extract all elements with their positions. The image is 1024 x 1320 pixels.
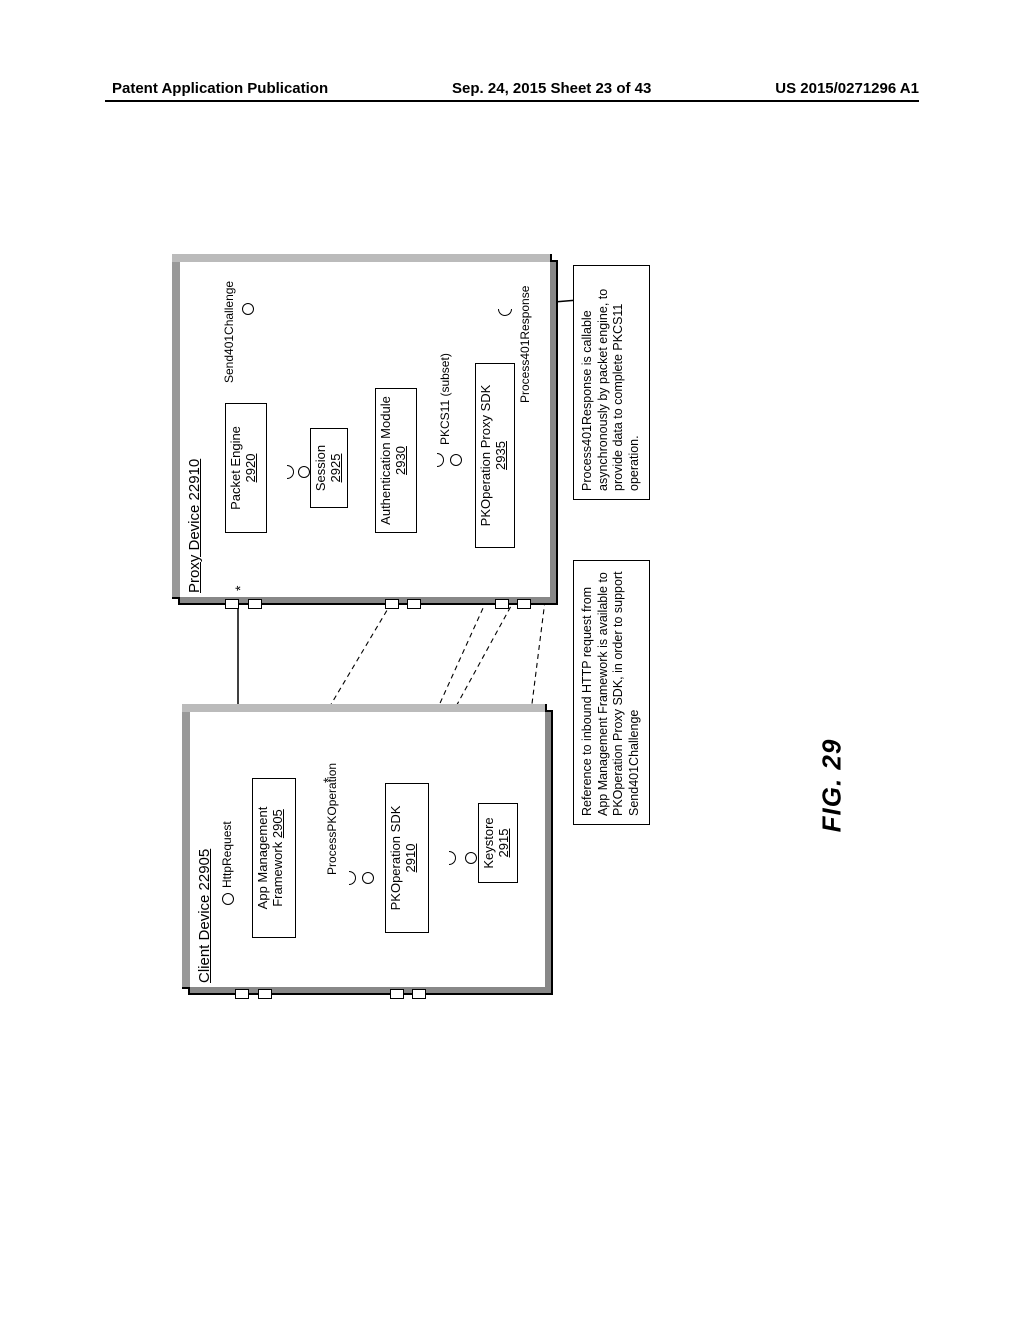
session-label: Session <box>313 445 328 491</box>
pko-sdk-ref: 2910 <box>403 844 418 873</box>
proxy-port-3 <box>385 599 399 609</box>
pkoperation-sdk-box: PKOperation SDK2910 <box>385 783 429 933</box>
header-center: Sep. 24, 2015 Sheet 23 of 43 <box>452 80 651 97</box>
pkcs11-label: PKCS11 (subset) <box>438 353 452 445</box>
session-box: Session2925 <box>310 428 348 508</box>
process401-label: Process401Response <box>518 286 532 403</box>
page-header: Patent Application Publication Sep. 24, … <box>0 80 1024 97</box>
client-port-3 <box>390 989 404 999</box>
header-rule <box>105 100 919 102</box>
processpko-ball-icon <box>362 872 374 884</box>
packet-engine-label: Packet Engine <box>228 426 243 510</box>
pko-sdk-label: PKOperation SDK <box>388 806 403 911</box>
proxy-port-2 <box>248 599 262 609</box>
pkcs11-socket-icon <box>430 453 444 467</box>
header-right: US 2015/0271296 A1 <box>775 80 919 97</box>
note1-text: Reference to inbound HTTP request from A… <box>580 571 641 816</box>
client-port-4 <box>412 989 426 999</box>
keystore-socket-icon <box>442 851 456 865</box>
session-ref: 2925 <box>328 454 343 483</box>
pko-proxy-sdk-ref: 2935 <box>493 441 508 470</box>
process401-socket-icon <box>498 302 512 316</box>
auth-module-ref: 2930 <box>393 446 408 475</box>
pko-proxy-sdk-box: PKOperation Proxy SDK2935 <box>475 363 515 548</box>
proxy-title: Proxy Device 22910 <box>186 459 203 593</box>
proxy-port-4 <box>407 599 421 609</box>
proxy-port-5 <box>495 599 509 609</box>
httprequest-label: HttpRequest <box>220 821 234 888</box>
keystore-ball-icon <box>465 852 477 864</box>
session-socket-icon <box>280 465 294 479</box>
auth-module-label: Authentication Module <box>378 396 393 525</box>
pko-proxy-sdk-label: PKOperation Proxy SDK <box>478 385 493 527</box>
processpko-socket-icon <box>342 871 356 885</box>
packet-engine-ref: 2920 <box>243 454 258 483</box>
header-left: Patent Application Publication <box>112 80 328 97</box>
note-process401-async: Process401Response is callable asynchron… <box>573 265 650 500</box>
send401-label: Send401Challenge <box>222 281 236 383</box>
packet-engine-box: Packet Engine2920 <box>225 403 267 533</box>
proxy-port-1 <box>225 599 239 609</box>
httprequest-icon <box>222 893 234 905</box>
client-device-box: Client Device 22905 HttpRequest App Mana… <box>188 710 553 995</box>
client-port-1 <box>235 989 249 999</box>
multiplicity-star: * <box>320 778 336 783</box>
client-port-2 <box>258 989 272 999</box>
diagram: Client Device 22905 HttpRequest App Mana… <box>133 250 893 1000</box>
proxy-device-box: Proxy Device 22910 * Packet Engine2920 S… <box>178 260 558 605</box>
app-mgmt-ref: 2905 <box>270 809 285 838</box>
pkcs11-ball-icon <box>450 454 462 466</box>
note-reference-inbound: Reference to inbound HTTP request from A… <box>573 560 650 825</box>
session-ball-icon <box>298 466 310 478</box>
send401-ball-icon <box>242 303 254 315</box>
note2-text: Process401Response is callable asynchron… <box>580 289 641 491</box>
keystore-ref: 2915 <box>496 829 511 858</box>
proxy-multiplicity-star: * <box>232 586 248 591</box>
client-title: Client Device 22905 <box>196 849 213 983</box>
auth-module-box: Authentication Module 2930 <box>375 388 417 533</box>
keystore-box: Keystore2915 <box>478 803 518 883</box>
keystore-label: Keystore <box>481 817 496 868</box>
proxy-port-6 <box>517 599 531 609</box>
app-management-framework-box: App Management Framework 2905 <box>252 778 296 938</box>
